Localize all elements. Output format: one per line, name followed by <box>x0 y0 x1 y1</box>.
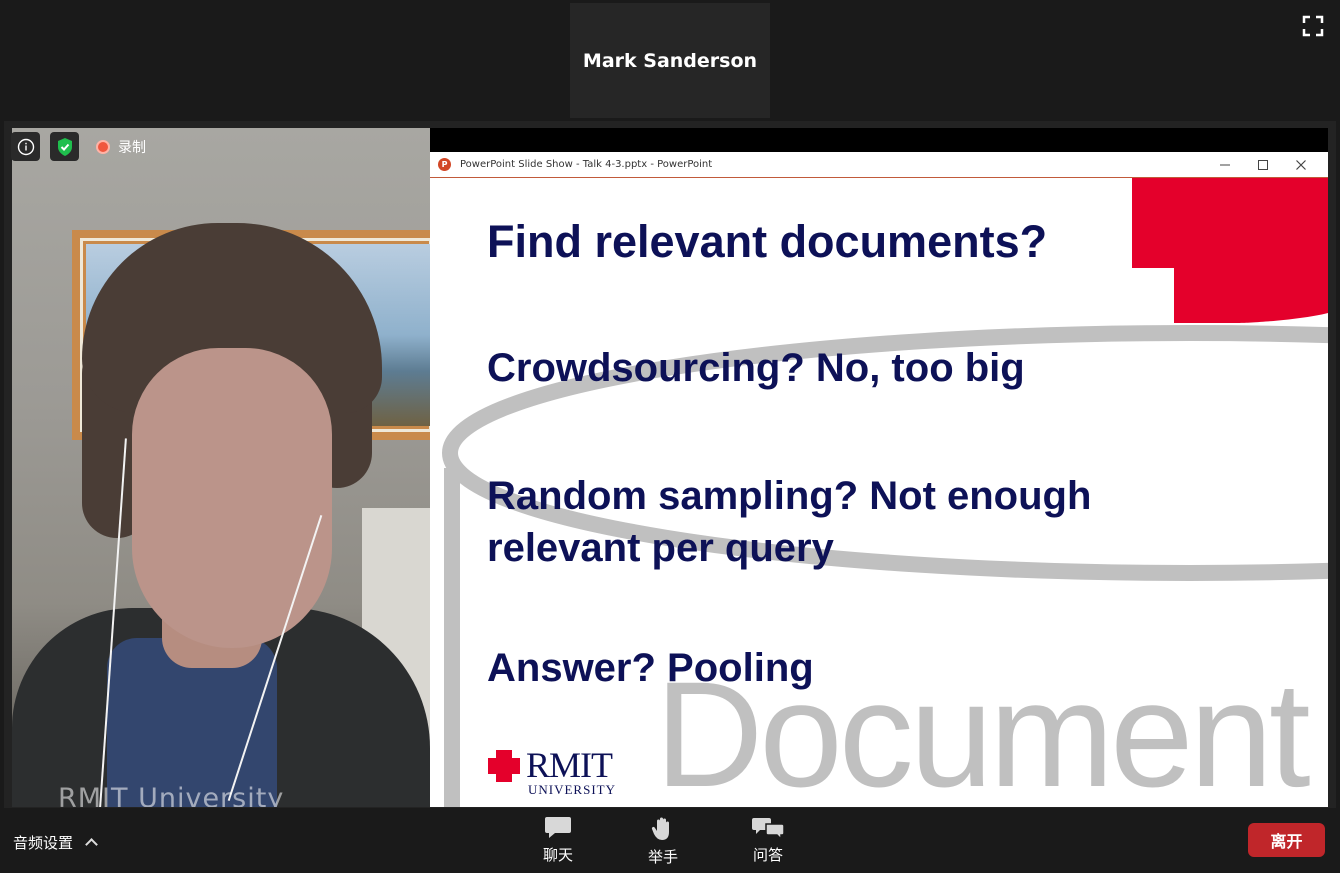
qa-button[interactable]: 问答 <box>738 816 798 865</box>
info-icon[interactable] <box>11 132 40 161</box>
chevron-up-icon <box>85 838 98 851</box>
rmit-logo-subtitle: UNIVERSITY <box>528 782 616 797</box>
close-button[interactable] <box>1282 152 1320 177</box>
rmit-corner-shape <box>1132 178 1328 323</box>
slide-bullet-line: relevant per query <box>487 526 834 570</box>
raise-hand-label: 举手 <box>647 848 678 866</box>
active-speaker-tile[interactable]: Mark Sanderson <box>570 3 770 118</box>
powerpoint-icon: P <box>438 158 451 171</box>
leave-button[interactable]: 离开 <box>1248 823 1325 857</box>
minimize-button[interactable] <box>1206 152 1244 177</box>
qa-icon <box>752 818 784 840</box>
meeting-controls-bar: 音频设置 聊天 举手 问答 离开 <box>0 808 1340 873</box>
powerpoint-titlebar: P PowerPoint Slide Show - Talk 4-3.pptx … <box>430 152 1328 178</box>
record-icon <box>96 140 110 154</box>
slide-bullet: Crowdsourcing? No, too big <box>487 346 1025 390</box>
fullscreen-icon[interactable] <box>1302 15 1324 37</box>
slide-bullet: Random sampling? Not enough relevant per… <box>487 470 1091 574</box>
recording-indicator: 录制 <box>96 137 146 157</box>
chat-icon <box>545 817 571 838</box>
audio-settings-label: 音频设置 <box>13 834 74 852</box>
shared-screen[interactable]: P PowerPoint Slide Show - Talk 4-3.pptx … <box>430 128 1328 807</box>
audio-settings-button[interactable]: 音频设置 <box>13 832 98 853</box>
maximize-button[interactable] <box>1244 152 1282 177</box>
rmit-logo: RMIT UNIVERSITY <box>488 745 616 798</box>
camera-video[interactable]: RMIT University <box>12 128 430 807</box>
chat-label: 聊天 <box>542 846 573 864</box>
speaker-name: Mark Sanderson <box>582 49 758 72</box>
chat-button[interactable]: 聊天 <box>528 816 588 865</box>
qa-label: 问答 <box>752 846 783 864</box>
raise-hand-button[interactable]: 举手 <box>633 816 693 867</box>
slide-title: Find relevant documents? <box>487 216 1048 267</box>
rmit-logo-mark-icon <box>488 750 520 782</box>
presenter-face <box>132 348 332 648</box>
powerpoint-window-title: PowerPoint Slide Show - Talk 4-3.pptx - … <box>460 159 713 170</box>
slide-bullet: Answer? Pooling <box>487 646 814 690</box>
slide-bullet-line: Random sampling? Not enough <box>487 474 1092 518</box>
camera-watermark: RMIT University <box>58 783 285 807</box>
presentation-slide: Find relevant documents? Crowdsourcing? … <box>430 178 1328 807</box>
recording-label: 录制 <box>118 140 146 156</box>
rmit-logo-name: RMIT <box>526 745 613 785</box>
shield-check-icon[interactable] <box>50 132 79 161</box>
hand-icon <box>651 817 669 840</box>
